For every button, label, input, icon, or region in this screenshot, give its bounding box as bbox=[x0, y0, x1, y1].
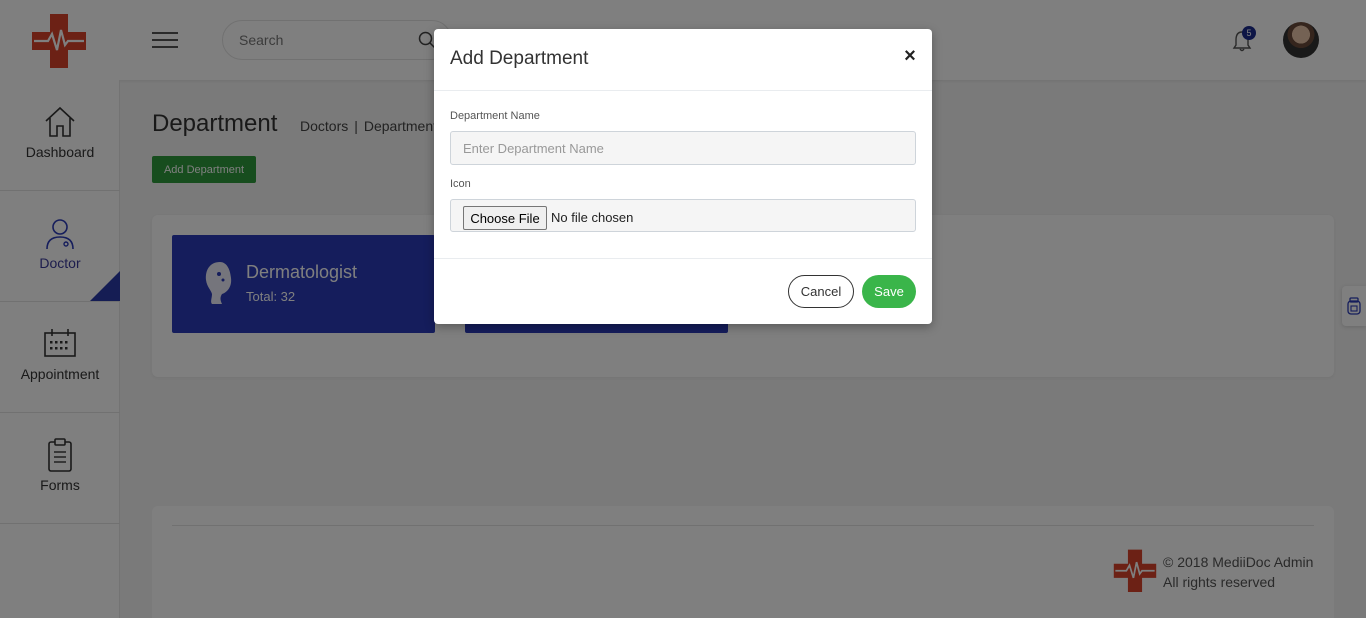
save-button[interactable]: Save bbox=[862, 275, 916, 308]
department-name-input[interactable] bbox=[450, 131, 916, 165]
modal-footer-divider bbox=[434, 258, 932, 259]
close-icon[interactable]: × bbox=[900, 45, 920, 67]
add-department-modal: Add Department × Department Name Icon Ch… bbox=[434, 29, 932, 324]
icon-file-field: Choose File No file chosen bbox=[450, 199, 916, 232]
icon-label: Icon bbox=[450, 178, 471, 190]
modal-header: Add Department × bbox=[434, 29, 932, 91]
file-status-text: No file chosen bbox=[551, 210, 634, 225]
cancel-button[interactable]: Cancel bbox=[788, 275, 854, 308]
choose-file-button[interactable]: Choose File bbox=[463, 206, 547, 230]
department-name-label: Department Name bbox=[450, 110, 540, 122]
modal-title: Add Department bbox=[450, 48, 589, 69]
